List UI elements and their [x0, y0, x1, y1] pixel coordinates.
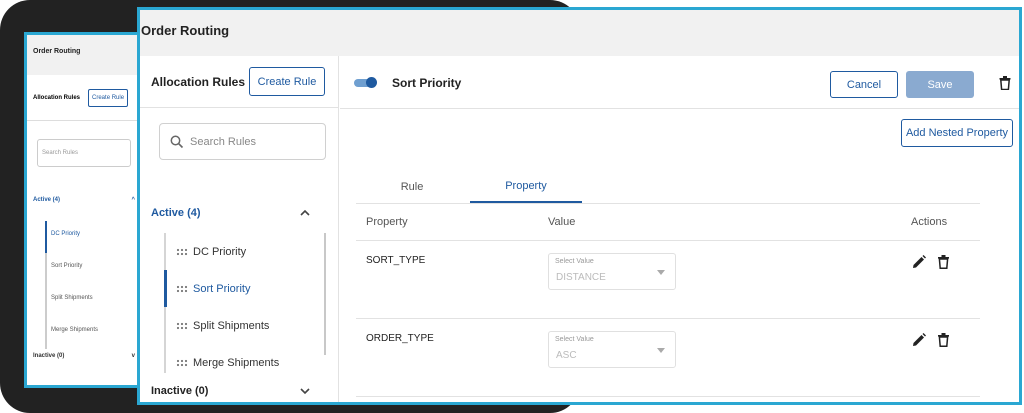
rule-list: DC Priority Sort Priority Split Shipment… [164, 233, 326, 373]
edit-pencil-icon[interactable] [912, 255, 926, 269]
background-screen: Order Routing Allocation Rules Create Ru… [24, 32, 144, 388]
background-active-label: Active (4) [33, 197, 61, 203]
delete-row-trash-icon[interactable] [938, 255, 949, 269]
select-label: Select Value [555, 258, 594, 265]
background-search: Search Rules [37, 139, 131, 167]
drag-handle-icon[interactable] [176, 248, 188, 256]
sidebar-item-sort-priority[interactable]: Sort Priority [164, 270, 322, 307]
caret-down-icon [657, 348, 665, 353]
tab-property[interactable]: Property [470, 171, 582, 203]
background-rule-item: DC Priority [45, 221, 141, 253]
column-header-value: Value [548, 216, 576, 228]
background-create-rule-button: Create Rule [88, 88, 129, 107]
delete-row-trash-icon[interactable] [938, 333, 949, 347]
edit-pencil-icon[interactable] [912, 333, 926, 347]
table-row: ORDER_TYPE Select Value ASC [356, 319, 980, 397]
column-header-property: Property [366, 216, 408, 228]
sidebar-item-label: DC Priority [193, 245, 247, 258]
value-select[interactable]: Select Value DISTANCE [548, 253, 676, 290]
allocation-rules-sidebar: Allocation Rules Create Rule Search Rule… [140, 56, 339, 402]
sidebar-item-merge-shipments[interactable]: Merge Shipments [164, 344, 322, 373]
page-title: Order Routing [140, 10, 1019, 56]
sidebar-item-label: Merge Shipments [193, 356, 280, 369]
drag-handle-icon[interactable] [176, 359, 188, 367]
active-group-header[interactable]: Active (4) [151, 207, 311, 219]
value-select[interactable]: Select Value ASC [548, 331, 676, 368]
select-value: DISTANCE [556, 272, 606, 283]
caret-down-icon [657, 270, 665, 275]
rule-detail-header: Sort Priority Cancel Save [340, 56, 1019, 109]
search-placeholder: Search Rules [190, 135, 257, 148]
sidebar-item-split-shipments[interactable]: Split Shipments [164, 307, 322, 344]
background-rule-item: Merge Shipments [51, 327, 99, 333]
rule-tabs: Rule Property [356, 171, 980, 204]
search-input[interactable]: Search Rules [159, 123, 326, 160]
inactive-group-label: Inactive (0) [151, 385, 209, 397]
background-chevron-down-icon: v [131, 353, 135, 359]
sidebar-item-dc-priority[interactable]: DC Priority [164, 233, 322, 270]
background-chevron-up-icon: ^ [131, 197, 135, 203]
chevron-down-icon [300, 388, 310, 395]
rule-enabled-toggle[interactable] [354, 77, 377, 88]
sidebar-header: Allocation Rules Create Rule [140, 56, 338, 108]
search-icon [170, 135, 184, 148]
inactive-group-header[interactable]: Inactive (0) [151, 385, 311, 397]
background-inactive-label: Inactive (0) [33, 353, 65, 359]
chevron-up-icon [300, 209, 310, 216]
sidebar-title: Allocation Rules [151, 75, 246, 89]
create-rule-button[interactable]: Create Rule [249, 67, 325, 96]
background-header-title: Order Routing [27, 35, 141, 75]
order-routing-app: Order Routing Allocation Rules Create Ru… [137, 7, 1022, 405]
sidebar-item-label: Sort Priority [193, 282, 251, 295]
drag-handle-icon[interactable] [176, 322, 188, 330]
select-value: ASC [556, 350, 577, 361]
rule-detail-panel: Sort Priority Cancel Save Add Nested Pro… [340, 56, 1019, 402]
table-header: Property Value Actions [356, 204, 980, 241]
column-header-actions: Actions [911, 216, 948, 228]
tab-rule[interactable]: Rule [356, 171, 468, 203]
toggle-knob [366, 77, 377, 88]
save-button[interactable]: Save [906, 71, 974, 98]
rule-name-title: Sort Priority [392, 76, 462, 90]
add-nested-property-button[interactable]: Add Nested Property [901, 119, 1013, 147]
select-label: Select Value [555, 336, 594, 343]
table-row: SORT_TYPE Select Value DISTANCE [356, 241, 980, 319]
property-name: SORT_TYPE [366, 255, 426, 266]
rule-list-scrollbar[interactable] [324, 233, 326, 355]
drag-handle-icon[interactable] [176, 285, 188, 293]
background-active-group: Active (4) ^ [33, 197, 135, 203]
sidebar-item-label: Split Shipments [193, 319, 270, 332]
delete-rule-trash-icon[interactable] [999, 76, 1011, 90]
active-group-label: Active (4) [151, 207, 201, 219]
background-rules-title: Allocation Rules [33, 94, 81, 101]
background-rule-list: DC Priority Sort Priority Split Shipment… [45, 221, 141, 349]
background-rule-item: Split Shipments [51, 295, 93, 301]
background-rule-item: Sort Priority [51, 263, 83, 269]
background-inactive-group: Inactive (0) v [33, 353, 135, 359]
cancel-button[interactable]: Cancel [830, 71, 898, 98]
background-rules-header: Allocation Rules Create Rule [27, 75, 141, 121]
property-table: Property Value Actions SORT_TYPE Select … [356, 204, 980, 397]
property-name: ORDER_TYPE [366, 333, 434, 344]
